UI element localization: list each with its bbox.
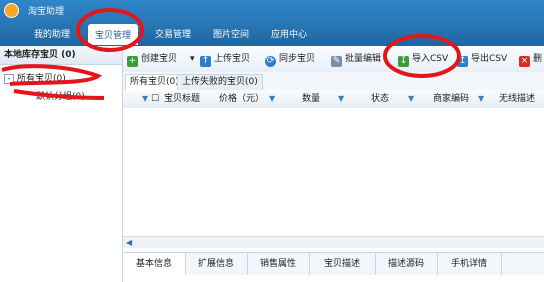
tree-all-items-label: 所有宝贝(0) <box>17 74 66 84</box>
title-bar: 淘宝助理 <box>0 0 544 20</box>
main-nav: 我的助理 宝贝管理 交易管理 图片空间 应用中心 <box>0 20 544 46</box>
delete-button[interactable]: × 删 <box>519 52 542 67</box>
sync-icon: ⟳ <box>265 56 276 67</box>
scroll-left-icon[interactable]: ◀ <box>126 238 132 247</box>
edit-icon: ✎ <box>331 56 342 67</box>
tree-all-items[interactable]: - 所有宝贝(0) <box>4 72 66 86</box>
sidebar-header: 本地库存宝贝 (0) <box>0 46 122 65</box>
export-csv-button[interactable]: ↥ 导出CSV <box>457 52 507 67</box>
grid-body[interactable] <box>123 108 544 236</box>
tab-mobile-details[interactable]: 手机详情 <box>437 253 502 275</box>
column-merchant-code[interactable]: 商家编码 <box>433 93 469 105</box>
nav-my-assistant[interactable]: 我的助理 <box>34 27 70 40</box>
list-tab-strip: 所有宝贝(0) 上传失败的宝贝(0) <box>123 72 544 91</box>
filter-icon[interactable]: ▼ <box>408 93 414 105</box>
tree-default-group[interactable]: 默认分组(0) <box>36 90 85 104</box>
export-icon: ↥ <box>457 56 468 67</box>
tab-item-description[interactable]: 宝贝描述 <box>309 253 376 275</box>
sidebar: 本地库存宝贝 (0) - 所有宝贝(0) 默认分组(0) <box>0 46 123 282</box>
toolbar: + 创建宝贝 ▾ ↑ 上传宝贝 ⟳ 同步宝贝 ✎ 批量编辑 ↧ 导入CSV ↥ 导出CSV … <box>123 46 544 73</box>
filter-icon[interactable]: ▼ <box>142 93 148 105</box>
select-all-checkbox[interactable]: ☐ <box>151 93 159 105</box>
create-item-button[interactable]: + 创建宝贝 <box>127 52 177 67</box>
upload-item-button[interactable]: ↑ 上传宝贝 <box>200 52 250 67</box>
tab-all-items[interactable]: 所有宝贝(0) <box>125 74 184 90</box>
plus-icon: + <box>127 56 138 67</box>
app-logo-icon <box>4 3 19 18</box>
import-icon: ↧ <box>398 56 409 67</box>
column-quantity[interactable]: 数量 <box>302 93 320 105</box>
tree-default-group-label: 默认分组(0) <box>36 92 85 102</box>
column-status[interactable]: 状态 <box>371 93 389 105</box>
grid-header: ▼ ☐ 宝贝标题 价格（元） ▼ 数量 ▼ 状态 ▼ 商家编码 ▼ 无线描述 <box>123 90 544 109</box>
sync-item-button[interactable]: ⟳ 同步宝贝 <box>265 52 315 67</box>
column-wireless-desc[interactable]: 无线描述 <box>499 93 535 105</box>
filter-icon[interactable]: ▼ <box>478 93 484 105</box>
tab-description-source[interactable]: 描述源码 <box>375 253 438 275</box>
detail-tab-strip: 基本信息 扩展信息 销售属性 宝贝描述 描述源码 手机详情 <box>123 252 544 275</box>
nav-item-management[interactable]: 宝贝管理 <box>88 24 139 45</box>
column-title[interactable]: 宝贝标题 <box>164 93 200 105</box>
filter-icon[interactable]: ▼ <box>269 93 275 105</box>
nav-app-center[interactable]: 应用中心 <box>271 27 307 40</box>
filter-icon[interactable]: ▼ <box>338 93 344 105</box>
nav-image-space[interactable]: 图片空间 <box>213 27 249 40</box>
tab-extended-info[interactable]: 扩展信息 <box>185 253 248 275</box>
collapse-icon[interactable]: - <box>4 73 14 84</box>
delete-icon: × <box>519 56 530 67</box>
horizontal-scrollbar[interactable]: ◀ <box>123 236 544 248</box>
import-csv-button[interactable]: ↧ 导入CSV <box>398 52 448 67</box>
tab-sales-attributes[interactable]: 销售属性 <box>247 253 310 275</box>
tab-upload-failed[interactable]: 上传失败的宝贝(0) <box>177 74 263 90</box>
tab-basic-info[interactable]: 基本信息 <box>123 253 186 275</box>
batch-edit-button[interactable]: ✎ 批量编辑 <box>331 52 381 67</box>
upload-icon: ↑ <box>200 56 211 67</box>
create-dropdown-icon[interactable]: ▾ <box>190 52 195 66</box>
nav-trade-management[interactable]: 交易管理 <box>155 27 191 40</box>
column-price[interactable]: 价格（元） <box>219 93 264 105</box>
window-title: 淘宝助理 <box>28 7 65 17</box>
